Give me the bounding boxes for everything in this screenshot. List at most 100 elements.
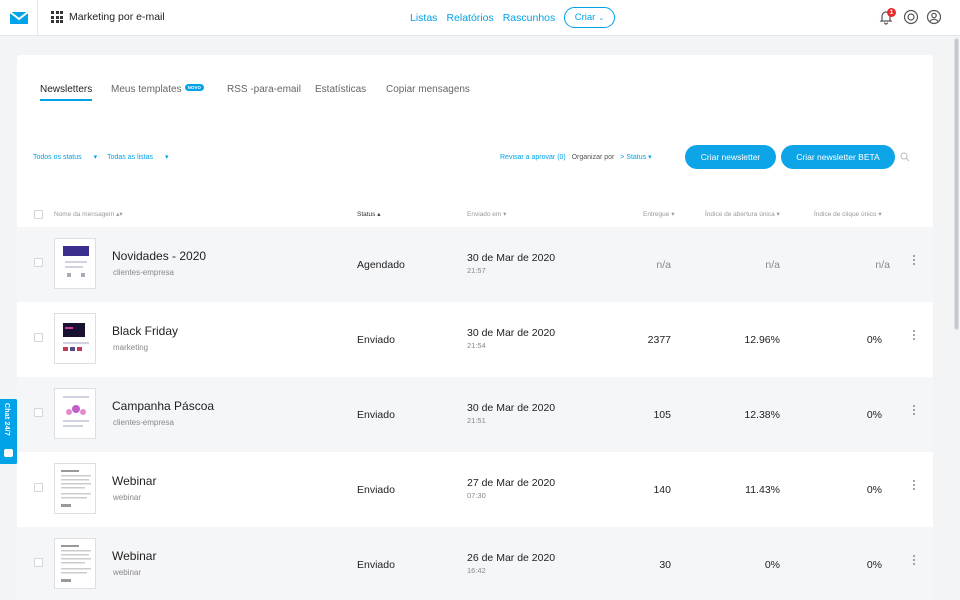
tab-newsletters[interactable]: Newsletters bbox=[40, 84, 93, 101]
chat-label: Chat 24/7 bbox=[3, 403, 10, 436]
nav-reports-link[interactable]: Relatórios bbox=[446, 12, 493, 24]
status-cell: Enviado bbox=[357, 409, 395, 421]
tab-rss-to-email[interactable]: RSS -para-email bbox=[227, 84, 301, 95]
click-rate-cell: 0% bbox=[866, 334, 882, 346]
sent-date: 26 de Mar de 2020 bbox=[467, 552, 556, 564]
sort-label: Organizar por bbox=[571, 154, 615, 161]
row-checkbox[interactable] bbox=[34, 408, 43, 417]
more-options-icon[interactable] bbox=[913, 255, 916, 267]
sent-time: 16:42 bbox=[467, 566, 486, 575]
newsletter-list: marketing bbox=[113, 343, 149, 352]
table-row[interactable]: Campanha Páscoa clientes-empresa Enviado… bbox=[17, 377, 933, 452]
newsletter-thumbnail[interactable] bbox=[54, 463, 96, 514]
newsletter-thumbnail[interactable] bbox=[54, 388, 96, 439]
delivered-cell: 105 bbox=[653, 409, 671, 421]
review-approve-link[interactable]: Revisar a aprovar (0) bbox=[500, 154, 566, 161]
page-scrollbar[interactable] bbox=[953, 36, 960, 600]
table-row[interactable]: Webinar webinar Enviado 26 de Mar de 202… bbox=[17, 527, 933, 600]
newsletter-name[interactable]: Black Friday bbox=[112, 324, 178, 338]
status-cell: Enviado bbox=[357, 334, 395, 346]
open-rate-cell: 12.96% bbox=[744, 334, 780, 346]
open-rate-cell: 11.43% bbox=[745, 484, 780, 496]
chat-bubble-icon bbox=[4, 449, 13, 457]
col-delivered-label: Entregue bbox=[643, 211, 670, 218]
apps-grid-icon[interactable] bbox=[51, 11, 63, 23]
select-all-checkbox[interactable] bbox=[34, 210, 43, 219]
status-filter-label: Todos os status bbox=[33, 154, 82, 161]
row-checkbox[interactable] bbox=[34, 558, 43, 567]
col-name-label: Nome da mensagem bbox=[54, 211, 115, 218]
tab-statistics[interactable]: Estatísticas bbox=[315, 84, 366, 95]
col-name-header[interactable]: Nome da mensagem ▴▾ bbox=[54, 210, 123, 218]
newsletter-thumbnail[interactable] bbox=[54, 238, 96, 289]
top-nav: Listas Relatórios Rascunhos bbox=[410, 12, 564, 24]
newsletter-list: webinar bbox=[113, 568, 142, 577]
delivered-cell: 140 bbox=[653, 484, 671, 496]
open-rate-cell: n/a bbox=[765, 259, 780, 271]
newsletter-list: clientes-empresa bbox=[113, 418, 174, 427]
table-row[interactable]: Black Friday marketing Enviado 30 de Mar… bbox=[17, 302, 933, 377]
more-options-icon[interactable] bbox=[913, 480, 916, 492]
nav-lists-link[interactable]: Listas bbox=[410, 12, 437, 24]
newsletter-thumbnail[interactable] bbox=[54, 538, 96, 589]
nav-drafts-link[interactable]: Rascunhos bbox=[503, 12, 556, 24]
open-rate-cell: 0% bbox=[764, 559, 780, 571]
sent-date: 30 de Mar de 2020 bbox=[467, 402, 556, 414]
user-account-icon[interactable] bbox=[926, 9, 942, 25]
col-status-header[interactable]: Status ▴ bbox=[357, 210, 381, 218]
status-cell: Enviado bbox=[357, 484, 395, 496]
newsletter-name[interactable]: Campanha Páscoa bbox=[112, 399, 214, 413]
newsletter-name[interactable]: Novidades - 2020 bbox=[112, 249, 206, 263]
sent-time: 21:57 bbox=[467, 266, 486, 275]
create-button-label: Criar bbox=[574, 12, 596, 23]
status-filter-dropdown[interactable]: Todos os status ▾ bbox=[33, 154, 97, 161]
click-rate-cell: n/a bbox=[875, 259, 890, 271]
col-open-rate-label: Índice de abertura única bbox=[705, 211, 775, 218]
sent-time: 07:30 bbox=[467, 491, 486, 500]
col-delivered-header[interactable]: Entregue ▾ bbox=[643, 210, 674, 218]
sort-dropdown[interactable]: > Status ▾ bbox=[620, 154, 651, 161]
row-checkbox[interactable] bbox=[34, 483, 43, 492]
help-lifebuoy-icon[interactable] bbox=[903, 9, 919, 25]
newsletter-name[interactable]: Webinar bbox=[112, 549, 156, 563]
table-header: Nome da mensagem ▴▾ Status ▴ Enviado em … bbox=[17, 208, 933, 222]
col-status-label: Status bbox=[357, 211, 376, 218]
more-options-icon[interactable] bbox=[913, 330, 916, 342]
tab-my-templates[interactable]: Meus templates NOVO bbox=[111, 84, 204, 95]
tab-copy-messages[interactable]: Copiar mensagens bbox=[386, 84, 470, 95]
click-rate-cell: 0% bbox=[866, 409, 882, 421]
notification-badge: 1 bbox=[887, 8, 896, 17]
row-checkbox[interactable] bbox=[34, 258, 43, 267]
click-rate-cell: 0% bbox=[866, 484, 882, 496]
more-options-icon[interactable] bbox=[913, 555, 916, 567]
col-open-rate-header[interactable]: Índice de abertura única ▾ bbox=[705, 210, 780, 218]
sort-value: Status bbox=[626, 154, 647, 161]
status-cell: Agendado bbox=[357, 259, 405, 271]
scrollbar-thumb[interactable] bbox=[954, 38, 959, 330]
table-row[interactable]: Novidades - 2020 clientes-empresa Agenda… bbox=[17, 227, 933, 302]
delivered-cell: 2377 bbox=[647, 334, 671, 346]
create-newsletter-button[interactable]: Criar newsletter bbox=[685, 145, 776, 169]
sent-time: 21:54 bbox=[467, 341, 486, 350]
table-row[interactable]: Webinar webinar Enviado 27 de Mar de 202… bbox=[17, 452, 933, 527]
newsletter-name[interactable]: Webinar bbox=[112, 474, 156, 488]
row-checkbox[interactable] bbox=[34, 333, 43, 342]
sent-date: 30 de Mar de 2020 bbox=[467, 252, 556, 264]
create-button[interactable]: Criar ⌄ bbox=[564, 7, 615, 28]
chevron-down-icon: ⌄ bbox=[598, 14, 605, 22]
app-title: Marketing por e-mail bbox=[69, 11, 165, 23]
top-bar: Marketing por e-mail Listas Relatórios Ras… bbox=[0, 0, 960, 36]
newsletter-thumbnail[interactable] bbox=[54, 313, 96, 364]
chat-247-tab[interactable]: Chat 24/7 bbox=[0, 399, 18, 464]
col-sent-header[interactable]: Enviado em ▾ bbox=[467, 210, 506, 218]
filter-bar: Todos os status ▾ Todas as listas ▾ bbox=[33, 153, 179, 161]
more-options-icon[interactable] bbox=[913, 405, 916, 417]
list-filter-dropdown[interactable]: Todas as listas ▾ bbox=[107, 154, 168, 161]
create-newsletter-beta-button[interactable]: Criar newsletter BETA bbox=[781, 145, 895, 169]
delivered-cell: 30 bbox=[659, 559, 671, 571]
logo[interactable] bbox=[0, 0, 38, 36]
col-click-rate-header[interactable]: Índice de clique único ▾ bbox=[814, 210, 882, 218]
search-icon[interactable] bbox=[900, 152, 910, 162]
list-filter-label: Todas as listas bbox=[107, 154, 154, 161]
open-rate-cell: 12.38% bbox=[744, 409, 780, 421]
